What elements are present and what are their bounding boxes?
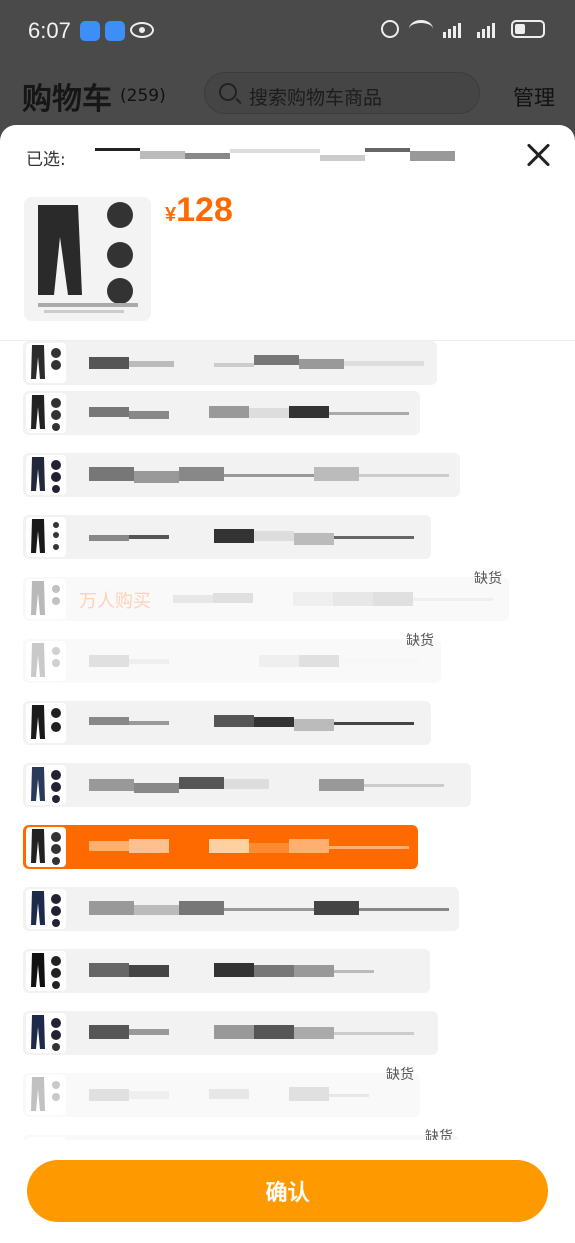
cart-header: 购物车 (259) 搜索购物车商品 管理 [0,60,575,130]
sku-option-out-of-stock[interactable]: 万人购买 [23,577,509,621]
price-value: 128 [176,191,233,229]
status-icons [381,20,545,38]
cart-count: (259) [120,86,166,106]
sku-option[interactable] [23,887,459,931]
sku-thumbnail [26,1075,66,1115]
sku-thumbnail [26,343,66,383]
search-input[interactable]: 搜索购物车商品 [204,72,480,114]
out-of-stock-badge: 缺货 [386,1067,414,1083]
shield-notification-icon [105,21,125,41]
sku-option[interactable] [23,391,420,435]
app-notification-icon [80,21,100,41]
confirm-button[interactable]: 确认 [27,1160,548,1222]
sku-option[interactable] [23,763,471,807]
out-of-stock-badge: 缺货 [474,571,502,587]
sku-name-blurred [89,715,414,731]
sku-thumbnail [26,1013,66,1053]
sku-thumbnail [26,951,66,991]
sku-option[interactable] [23,515,431,559]
selected-value-blurred [95,148,455,161]
sku-name-blurred [89,355,424,369]
sku-selector-sheet: 已选: ¥128 万人购买 缺货 缺货 缺货 缺货 确认 [0,125,575,1243]
sku-thumbnail [26,765,66,805]
sku-name-blurred [89,963,374,977]
sku-option[interactable] [23,341,437,385]
price: ¥128 [165,191,233,230]
sku-thumbnail [26,889,66,929]
sku-name-blurred [89,1025,414,1039]
sku-thumbnail [26,393,66,433]
sku-option[interactable] [23,949,430,993]
footer: 确认 [0,1140,575,1243]
search-placeholder: 搜索购物车商品 [249,87,383,109]
sku-option[interactable] [23,453,460,497]
sku-name-blurred [173,592,493,606]
signal-icon [443,20,467,38]
wifi-icon [409,20,433,38]
manage-button[interactable]: 管理 [513,82,555,112]
sku-thumbnail [26,641,66,681]
eye-icon [130,22,154,38]
price-currency: ¥ [165,204,177,226]
sku-name-blurred [89,777,444,793]
page-title: 购物车 [22,82,112,117]
sku-name-blurred [89,406,409,419]
sku-name-blurred [89,655,419,667]
sku-promo-label: 万人购买 [79,591,151,612]
sku-option-list: 万人购买 缺货 缺货 缺货 缺货 [0,340,575,1140]
search-icon [219,83,237,101]
status-time: 6:07 [28,18,71,43]
sku-thumbnail [26,703,66,743]
sku-option-selected[interactable] [23,825,418,869]
sku-thumbnail [26,827,66,867]
signal-icon-2 [477,20,501,38]
close-icon[interactable] [525,141,553,169]
sku-name-blurred [89,1087,369,1101]
product-preview-image [24,197,151,321]
status-bar: 6:07 [0,0,575,60]
alarm-icon [381,20,399,38]
sku-name-blurred [89,467,449,483]
sku-name-blurred [89,901,449,915]
sku-option-out-of-stock[interactable] [23,1073,420,1117]
sku-option[interactable] [23,1011,438,1055]
sku-option-out-of-stock[interactable] [23,639,441,683]
sku-thumbnail [26,455,66,495]
out-of-stock-badge: 缺货 [406,633,434,649]
sku-thumbnail [26,579,66,619]
sku-name-blurred [89,529,414,545]
selected-label: 已选: [26,150,66,170]
sku-thumbnail [26,517,66,557]
sku-name-blurred [89,839,409,853]
out-of-stock-badge: 缺货 [425,1129,453,1140]
battery-icon [511,20,545,38]
sku-option[interactable] [23,701,431,745]
